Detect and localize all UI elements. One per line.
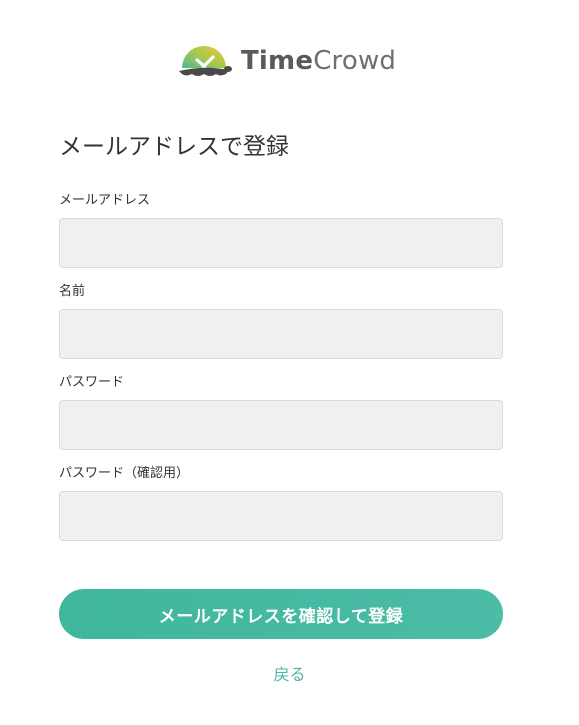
page-title: メールアドレスで登録 bbox=[59, 134, 289, 160]
password-field[interactable] bbox=[59, 400, 503, 450]
name-label: 名前 bbox=[59, 284, 86, 299]
password-label: パスワード bbox=[59, 375, 125, 390]
password-confirm-field[interactable] bbox=[59, 491, 503, 541]
brand-name-crowd: Crowd bbox=[313, 46, 397, 76]
back-link[interactable]: 戻る bbox=[0, 664, 579, 686]
brand-name-time: Time bbox=[241, 46, 314, 76]
email-field[interactable] bbox=[59, 218, 503, 268]
signup-page: TimeCrowd メールアドレスで登録 メールアドレス 名前 パスワード パス… bbox=[0, 0, 579, 725]
turtle-clock-logo-icon bbox=[179, 46, 232, 76]
password-confirm-label: パスワード（確認用） bbox=[59, 466, 190, 481]
email-label: メールアドレス bbox=[59, 193, 151, 208]
timecrowd-logo: TimeCrowd bbox=[176, 38, 396, 84]
brand-name: TimeCrowd bbox=[241, 38, 396, 84]
confirm-email-register-button[interactable]: メールアドレスを確認して登録 bbox=[59, 589, 503, 639]
name-field[interactable] bbox=[59, 309, 503, 359]
